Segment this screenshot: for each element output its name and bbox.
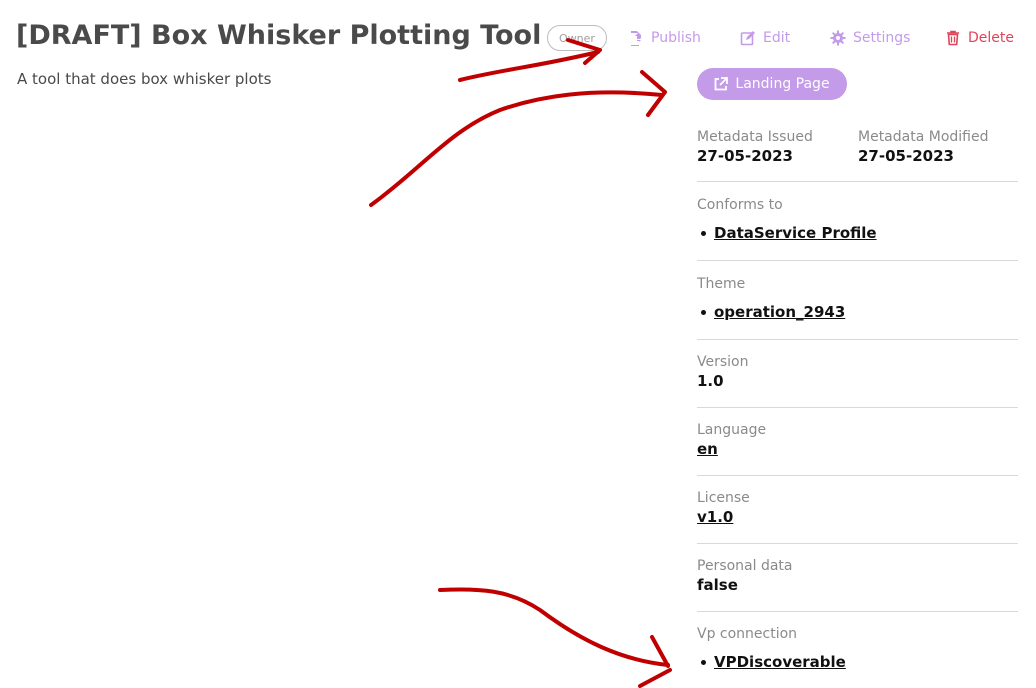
- metadata-modified-value: 27-05-2023: [858, 147, 954, 165]
- conforms-to-link[interactable]: DataService Profile: [714, 224, 877, 242]
- license-link[interactable]: v1.0: [697, 508, 733, 526]
- list-item: VPDiscoverable: [697, 652, 1018, 672]
- list-item: DataService Profile: [697, 223, 1018, 243]
- divider: [697, 475, 1018, 476]
- page-title: [DRAFT] Box Whisker Plotting Tool: [16, 20, 542, 51]
- page: [DRAFT] Box Whisker Plotting Tool A tool…: [0, 0, 1036, 688]
- settings-button[interactable]: Settings: [830, 28, 910, 48]
- vp-connection-label: Vp connection: [697, 626, 798, 642]
- edit-label: Edit: [763, 30, 791, 46]
- list-item: operation_2943: [697, 302, 1018, 322]
- divider: [697, 543, 1018, 544]
- gear-icon: [830, 30, 846, 46]
- annotation-arrow: [640, 70, 667, 117]
- language-section: Language en: [697, 421, 1018, 459]
- theme-label: Theme: [697, 276, 746, 292]
- publish-icon: [631, 31, 641, 46]
- theme-section: Theme operation_2943: [697, 275, 1018, 322]
- divider: [697, 339, 1018, 340]
- page-description: A tool that does box whisker plots: [17, 70, 272, 88]
- metadata-issued-value: 27-05-2023: [697, 147, 793, 165]
- divider: [697, 181, 1018, 182]
- edit-button[interactable]: Edit: [740, 28, 790, 48]
- version-section: Version 1.0: [697, 353, 1018, 391]
- annotation-arrow: [458, 50, 600, 82]
- edit-icon: [740, 31, 755, 46]
- settings-label: Settings: [853, 30, 911, 46]
- conforms-to-list: DataService Profile: [697, 223, 1018, 243]
- license-label: License: [697, 490, 750, 506]
- annotation-arrow: [638, 668, 672, 688]
- publish-label: Publish: [651, 30, 701, 46]
- delete-button[interactable]: Delete: [945, 28, 1014, 48]
- annotation-arrow: [650, 635, 670, 668]
- theme-link[interactable]: operation_2943: [714, 303, 845, 321]
- vp-connection-link[interactable]: VPDiscoverable: [714, 653, 846, 671]
- conforms-to-label: Conforms to: [697, 197, 783, 213]
- personal-data-section: Personal data false: [697, 557, 1018, 595]
- divider: [697, 407, 1018, 408]
- metadata-issued-label: Metadata Issued: [697, 129, 813, 145]
- external-link-icon: [715, 77, 729, 91]
- divider: [697, 611, 1018, 612]
- trash-icon: [947, 30, 959, 46]
- annotation-arrow: [369, 90, 664, 207]
- annotation-arrow: [438, 587, 670, 667]
- theme-list: operation_2943: [697, 302, 1018, 322]
- metadata-modified: Metadata Modified 27-05-2023: [858, 128, 1018, 166]
- language-link[interactable]: en: [697, 440, 718, 458]
- license-section: License v1.0: [697, 489, 1018, 527]
- delete-label: Delete: [968, 30, 1014, 46]
- divider: [697, 260, 1018, 261]
- landing-page-label: Landing Page: [735, 76, 830, 92]
- landing-page-button[interactable]: Landing Page: [697, 68, 847, 100]
- version-value: 1.0: [697, 372, 724, 390]
- vp-connection-list: VPDiscoverable: [697, 652, 1018, 672]
- conforms-to-section: Conforms to DataService Profile: [697, 196, 1018, 243]
- version-label: Version: [697, 354, 749, 370]
- personal-data-value: false: [697, 576, 738, 594]
- publish-button[interactable]: Publish: [628, 28, 701, 48]
- language-label: Language: [697, 422, 767, 438]
- owner-badge: Owner: [547, 25, 607, 51]
- metadata-issued: Metadata Issued 27-05-2023: [697, 128, 847, 166]
- personal-data-label: Personal data: [697, 558, 793, 574]
- metadata-modified-label: Metadata Modified: [858, 129, 989, 145]
- vp-connection-section: Vp connection VPDiscoverable: [697, 625, 1018, 672]
